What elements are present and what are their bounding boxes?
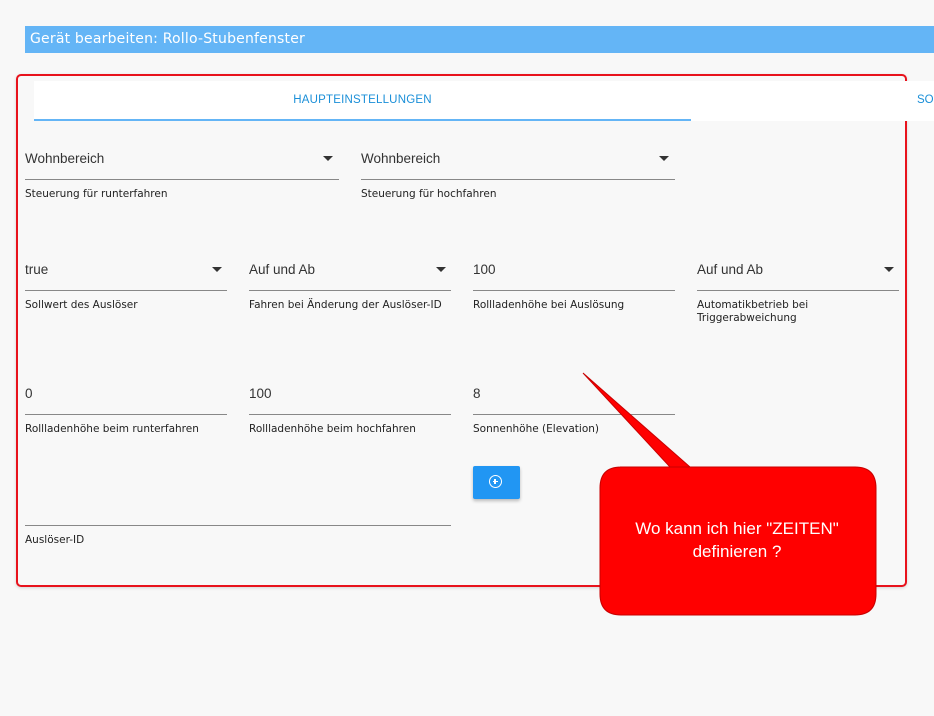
callout-shape bbox=[582, 372, 877, 616]
callout-text: Wo kann ich hier "ZEITEN" definieren ? bbox=[635, 519, 839, 561]
